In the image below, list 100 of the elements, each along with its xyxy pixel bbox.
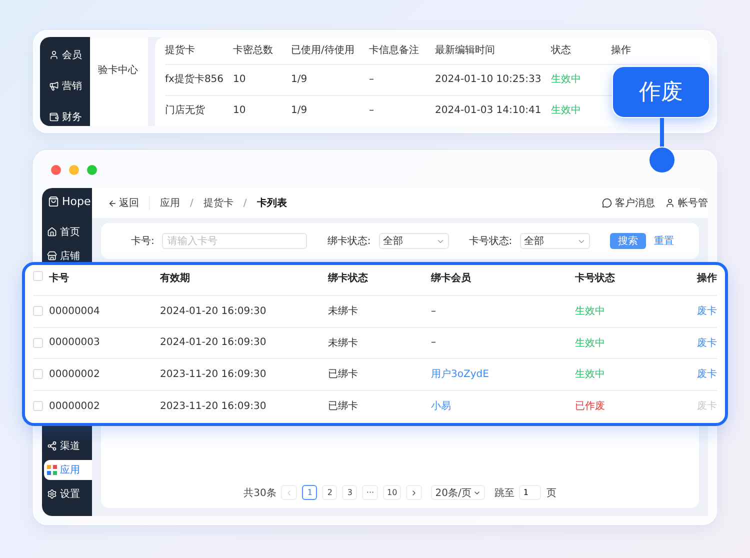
column-header: 卡密总数	[233, 44, 274, 56]
prev-page-button[interactable]	[281, 485, 298, 500]
column-header: 卡号	[49, 272, 70, 285]
share-icon	[47, 441, 57, 451]
row-checkbox[interactable]	[33, 338, 43, 348]
reset-link[interactable]: 重置	[654, 234, 674, 248]
table-cell-text: 00000004	[49, 306, 101, 317]
table-cell-text: 1/9	[291, 74, 308, 86]
void-card-link[interactable]: 废卡	[697, 336, 717, 350]
jump-label: 跳至	[494, 486, 514, 500]
status-text: 生效中	[551, 74, 582, 86]
column-header: 绑卡状态	[328, 272, 369, 285]
column-header: 绑卡会员	[431, 272, 472, 285]
row-checkbox[interactable]	[33, 306, 43, 316]
table-cell-text: –	[431, 337, 437, 348]
table-cell-text: 未绑卡	[328, 336, 359, 350]
table-cell-text: 已绑卡	[328, 400, 359, 414]
column-header: 卡号状态	[575, 272, 616, 285]
sidebar-item[interactable]: 设置	[44, 484, 92, 504]
filter-label: 卡号:	[131, 234, 154, 248]
message-icon	[602, 198, 612, 208]
column-header: 卡信息备注	[369, 44, 420, 56]
home-icon	[47, 227, 57, 237]
close-dot[interactable]	[51, 164, 61, 174]
breadcrumb-item[interactable]: 卡列表	[256, 196, 287, 210]
row-checkbox[interactable]	[33, 369, 43, 380]
sidebar-item[interactable]: 财务	[46, 107, 90, 126]
status-text: 生效中	[575, 304, 606, 318]
store-icon	[47, 251, 57, 261]
minimize-dot[interactable]	[69, 164, 79, 174]
user-icon	[665, 198, 675, 208]
status-select[interactable]: 全部	[378, 233, 449, 249]
sidebar-item[interactable]: 应用	[44, 460, 92, 480]
void-card-link[interactable]: 废卡	[697, 367, 717, 382]
filter-label: 卡号状态:	[468, 234, 512, 248]
column-header: 操作	[611, 44, 632, 56]
column-header: 有效期	[160, 272, 191, 285]
table-cell-text: –	[369, 105, 375, 117]
sidebar-item[interactable]: 会员	[46, 45, 90, 64]
table-cell-text: 00000002	[49, 368, 101, 380]
table-cell-text: 未绑卡	[328, 304, 359, 318]
sidebar-item[interactable]: 首页	[44, 222, 92, 242]
table-cell-text: –	[431, 306, 437, 317]
table-cell-text: 00000003	[49, 337, 101, 348]
sidebar-item[interactable]: 营销	[46, 76, 90, 95]
page-button[interactable]: 10	[383, 485, 402, 500]
page-button[interactable]: 1	[302, 485, 318, 500]
table-cell-text: 2024-01-03 14:10:41	[435, 105, 542, 117]
table-cell-text: 00000002	[49, 400, 101, 412]
breadcrumb-item[interactable]: 应用	[160, 196, 180, 210]
table-cell-text: 2024-01-20 16:09:30	[160, 337, 268, 348]
page-size-select[interactable]: 20条/页	[431, 485, 486, 500]
settings-icon	[47, 489, 57, 499]
void-card-link[interactable]: 废卡	[697, 304, 717, 318]
select-all-checkbox[interactable]	[33, 271, 43, 281]
card-number-field[interactable]: 请输入卡号	[162, 233, 308, 249]
next-page-button[interactable]	[406, 485, 422, 500]
arrow-left-icon	[108, 198, 117, 208]
bag-icon	[48, 196, 59, 206]
row-checkbox[interactable]	[33, 401, 43, 412]
table-cell-text: fx提货卡856	[165, 74, 225, 86]
header-action[interactable]: 帐号管	[665, 196, 708, 210]
breadcrumb-separator: /	[243, 198, 247, 208]
table-cell-text: –	[369, 74, 375, 86]
member-link[interactable]: 小易	[431, 399, 575, 414]
column-header: 操作	[697, 272, 717, 285]
status-text: 已作废	[575, 400, 606, 414]
app-grid-icon	[47, 465, 57, 475]
column-header: 最新编辑时间	[435, 44, 496, 56]
table-cell-text: 10	[233, 74, 247, 86]
filter-label: 绑卡状态:	[327, 234, 371, 248]
table-cell-text: 已绑卡	[328, 368, 359, 382]
table-cell-text: 2023-11-20 16:09:30	[160, 368, 268, 380]
wallet-icon	[49, 112, 59, 122]
page-suffix: 页	[546, 487, 556, 500]
submenu-item[interactable]: 验卡中心	[98, 63, 148, 77]
sidebar-item[interactable]: 渠道	[44, 436, 92, 456]
table-cell-text: 2024-01-20 16:09:30	[160, 306, 268, 317]
back-link[interactable]: 返回	[108, 196, 150, 210]
page-button[interactable]: 3	[342, 485, 358, 500]
jump-page-field[interactable]: 1	[519, 485, 542, 500]
table-cell-text: 2024-01-10 10:25:33	[435, 74, 542, 86]
status-text: 生效中	[551, 105, 582, 117]
callout-label: 作废	[612, 66, 710, 118]
column-header: 已使用/待使用	[291, 44, 356, 56]
status-select[interactable]: 全部	[520, 233, 590, 249]
user-icon	[49, 50, 59, 60]
table-cell-text: 2023-11-20 16:09:30	[160, 400, 268, 412]
page-button[interactable]: ···	[362, 485, 378, 500]
maximize-dot[interactable]	[87, 164, 97, 174]
megaphone-icon	[49, 80, 59, 90]
table-cell-text: 1/9	[291, 105, 308, 117]
sidebar-item[interactable]: 店铺	[44, 246, 92, 266]
logo: Hope	[44, 190, 92, 212]
table-cell-text: 门店无货	[165, 105, 206, 117]
breadcrumb-item[interactable]: 提货卡	[203, 196, 234, 210]
column-header: 提货卡	[165, 44, 196, 56]
status-text: 生效中	[575, 336, 606, 350]
page-button[interactable]: 2	[322, 485, 338, 500]
header-action[interactable]: 客户消息	[602, 196, 655, 210]
